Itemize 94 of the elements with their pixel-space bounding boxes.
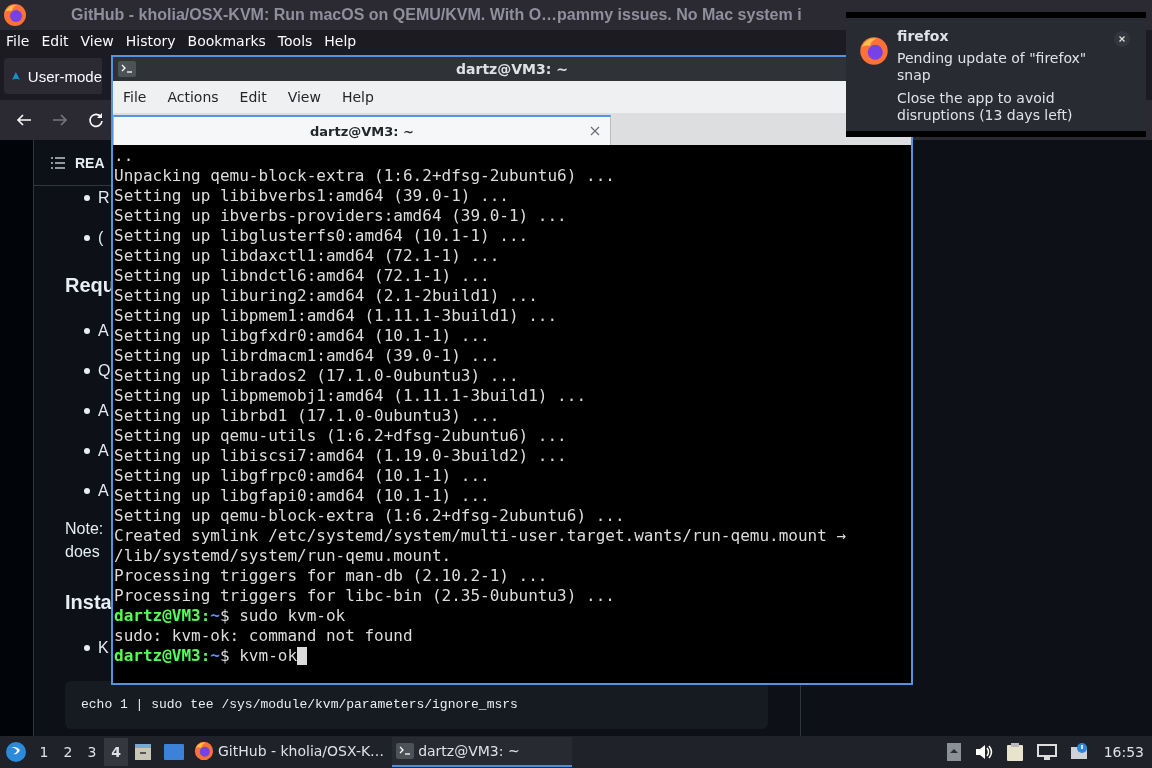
terminal-output: Setting up librbd1 (17.1.0-0ubuntu3) ...: [114, 406, 501, 426]
file-cabinet-icon[interactable]: [134, 743, 152, 761]
bullet-icon: [84, 488, 90, 494]
firefox-icon: [194, 741, 214, 761]
workspace-button[interactable]: 1: [32, 738, 56, 766]
terminal-icon: [396, 743, 415, 759]
list-item-text: A: [98, 481, 109, 501]
window-title: GitHub - kholia/OSX-KVM: Run macOS on QEMU/KVM. With O…pammy issues. No Mac system i: [71, 6, 802, 24]
terminal-output: Setting up ibverbs-providers:amd64 (39.0-1) ...: [114, 206, 568, 226]
terminal-output: Setting up liburing2:amd64 (2.1-2build1) ...: [114, 286, 539, 306]
list-item-text: A: [98, 441, 109, 461]
menu-item[interactable]: Bookmarks: [183, 33, 270, 49]
bullet-icon: [84, 368, 90, 374]
notification-text: Pending update of "firefox" snap: [897, 50, 1088, 84]
list-item-text: K: [98, 638, 109, 658]
close-icon[interactable]: [1114, 31, 1130, 47]
terminal-output: Setting up librados2 (17.1.0-0ubuntu3) ...: [114, 366, 520, 386]
terminal-output: Setting up qemu-utils (1:6.2+dfsg-2ubuntu6) ...: [114, 426, 568, 446]
bullet-icon: [84, 235, 90, 241]
taskbar-task[interactable]: dartz@VM3: ~: [392, 737, 573, 767]
list-icon: [51, 156, 65, 169]
workspace-button[interactable]: 3: [80, 738, 104, 766]
close-icon[interactable]: [590, 126, 600, 136]
clipboard-icon[interactable]: [1006, 743, 1023, 761]
bullet-icon: [84, 448, 90, 454]
paragraph-text: does: [65, 542, 100, 562]
network-icon[interactable]: [1036, 744, 1057, 760]
terminal-output: Created symlink /etc/systemd/system/multi-user.target.wants/run-qemu.mount →: [114, 526, 848, 546]
prompt-user: dartz@VM3:: [114, 646, 211, 666]
terminal-icon: [118, 61, 136, 77]
menu-item[interactable]: View: [279, 89, 329, 105]
menu-item[interactable]: View: [76, 33, 118, 49]
terminal-tab[interactable]: dartz@VM3: ~: [113, 115, 611, 145]
menu-item[interactable]: Edit: [37, 33, 73, 49]
list-item-text: A: [98, 321, 109, 341]
bullet-icon: [84, 408, 90, 414]
terminal-output: sudo: kvm-ok: command not found: [114, 626, 414, 646]
prompt-path: ~: [210, 646, 220, 666]
notification-text: Close the app to avoid disruptions (13 days left): [897, 90, 1074, 124]
section-heading: Insta: [65, 590, 112, 615]
firefox-icon: [859, 36, 889, 66]
notification-title: firefox: [897, 28, 950, 46]
terminal-output: Setting up libdaxctl1:amd64 (72.1-1) ...: [114, 246, 501, 266]
alert-icon[interactable]: [1070, 743, 1087, 761]
terminal-output: Setting up qemu-block-extra (1:6.2+dfsg-2ubuntu6) ...: [114, 506, 626, 526]
terminal-output: /lib/systemd/system/run-qemu.mount.: [114, 546, 453, 566]
workspace-button[interactable]: 4: [104, 738, 128, 766]
back-icon[interactable]: [16, 112, 32, 128]
prompt-path: ~: [210, 606, 220, 626]
terminal-output: Setting up librdmacm1:amd64 (39.0-1) ...: [114, 346, 501, 366]
window-title: dartz@VM3: ~: [455, 61, 569, 77]
readme-heading: REA: [75, 154, 105, 171]
terminal-output: Setting up libgfrpc0:amd64 (10.1-1) ...: [114, 466, 491, 486]
volume-icon[interactable]: [974, 744, 993, 760]
terminal-output: Processing triggers for man-db (2.10.2-1) ...: [114, 566, 549, 586]
list-item-text: (: [98, 228, 104, 248]
menu-item[interactable]: File: [2, 33, 34, 49]
command-text: $ sudo kvm-ok: [219, 606, 346, 626]
browser-tab[interactable]: User-mode: [4, 58, 102, 94]
menu-item[interactable]: Help: [333, 89, 382, 105]
terminal-output: Setting up libpmemobj1:amd64 (1.11.1-3build1) ...: [114, 386, 587, 406]
terminal-output: Setting up libndctl6:amd64 (72.1-1) ...: [114, 266, 491, 286]
firefox-icon: [3, 3, 27, 27]
terminal-output: Unpacking qemu-block-extra (1:6.2+dfsg-2ubuntu6) ...: [114, 166, 616, 186]
start-menu-icon[interactable]: [6, 742, 26, 762]
list-item-text: R: [98, 188, 110, 208]
terminal-output: Setting up libibverbs1:amd64 (39.0-1) ...: [114, 186, 510, 206]
terminal-output: Processing triggers for libc-bin (2.35-0ubuntu3) ...: [114, 586, 616, 606]
workspace-button[interactable]: 2: [56, 738, 80, 766]
paragraph-text: Note:: [65, 519, 104, 539]
menu-item[interactable]: File: [115, 89, 155, 105]
command-text: $ kvm-ok: [219, 646, 298, 666]
terminal-output: Setting up libgfxdr0:amd64 (10.1-1) ...: [114, 326, 491, 346]
menu-item[interactable]: Actions: [159, 89, 227, 105]
bullet-icon: [84, 645, 90, 651]
clock[interactable]: 16:53: [1103, 744, 1144, 760]
bullet-icon: [84, 328, 90, 334]
menu-item[interactable]: Help: [320, 33, 361, 49]
reload-icon[interactable]: [88, 112, 104, 128]
terminal-output: Setting up libgfapi0:amd64 (10.1-1) ...: [114, 486, 491, 506]
prompt-user: dartz@VM3:: [114, 606, 211, 626]
terminal-output: Setting up libglusterfs0:amd64 (10.1-1) ...: [114, 226, 530, 246]
terminal-output: Setting up libiscsi7:amd64 (1.19.0-3build2) ...: [114, 446, 568, 466]
menu-item[interactable]: History: [121, 33, 180, 49]
list-item-text: A: [98, 401, 109, 421]
menu-item[interactable]: Edit: [231, 89, 275, 105]
bullet-icon: [84, 195, 90, 201]
menu-item[interactable]: Tools: [273, 33, 317, 49]
taskbar-task[interactable]: GitHub - kholia/OSX-K…: [190, 737, 393, 767]
forward-icon[interactable]: [52, 112, 68, 128]
terminal-output: ..: [114, 146, 135, 166]
code-block: echo 1 | sudo tee /sys/module/kvm/parameters/ignore_msrs: [65, 681, 768, 729]
list-item-text: Q: [98, 361, 111, 381]
terminal-output: Setting up libpmem1:amd64 (1.11.1-3build1) ...: [114, 306, 559, 326]
